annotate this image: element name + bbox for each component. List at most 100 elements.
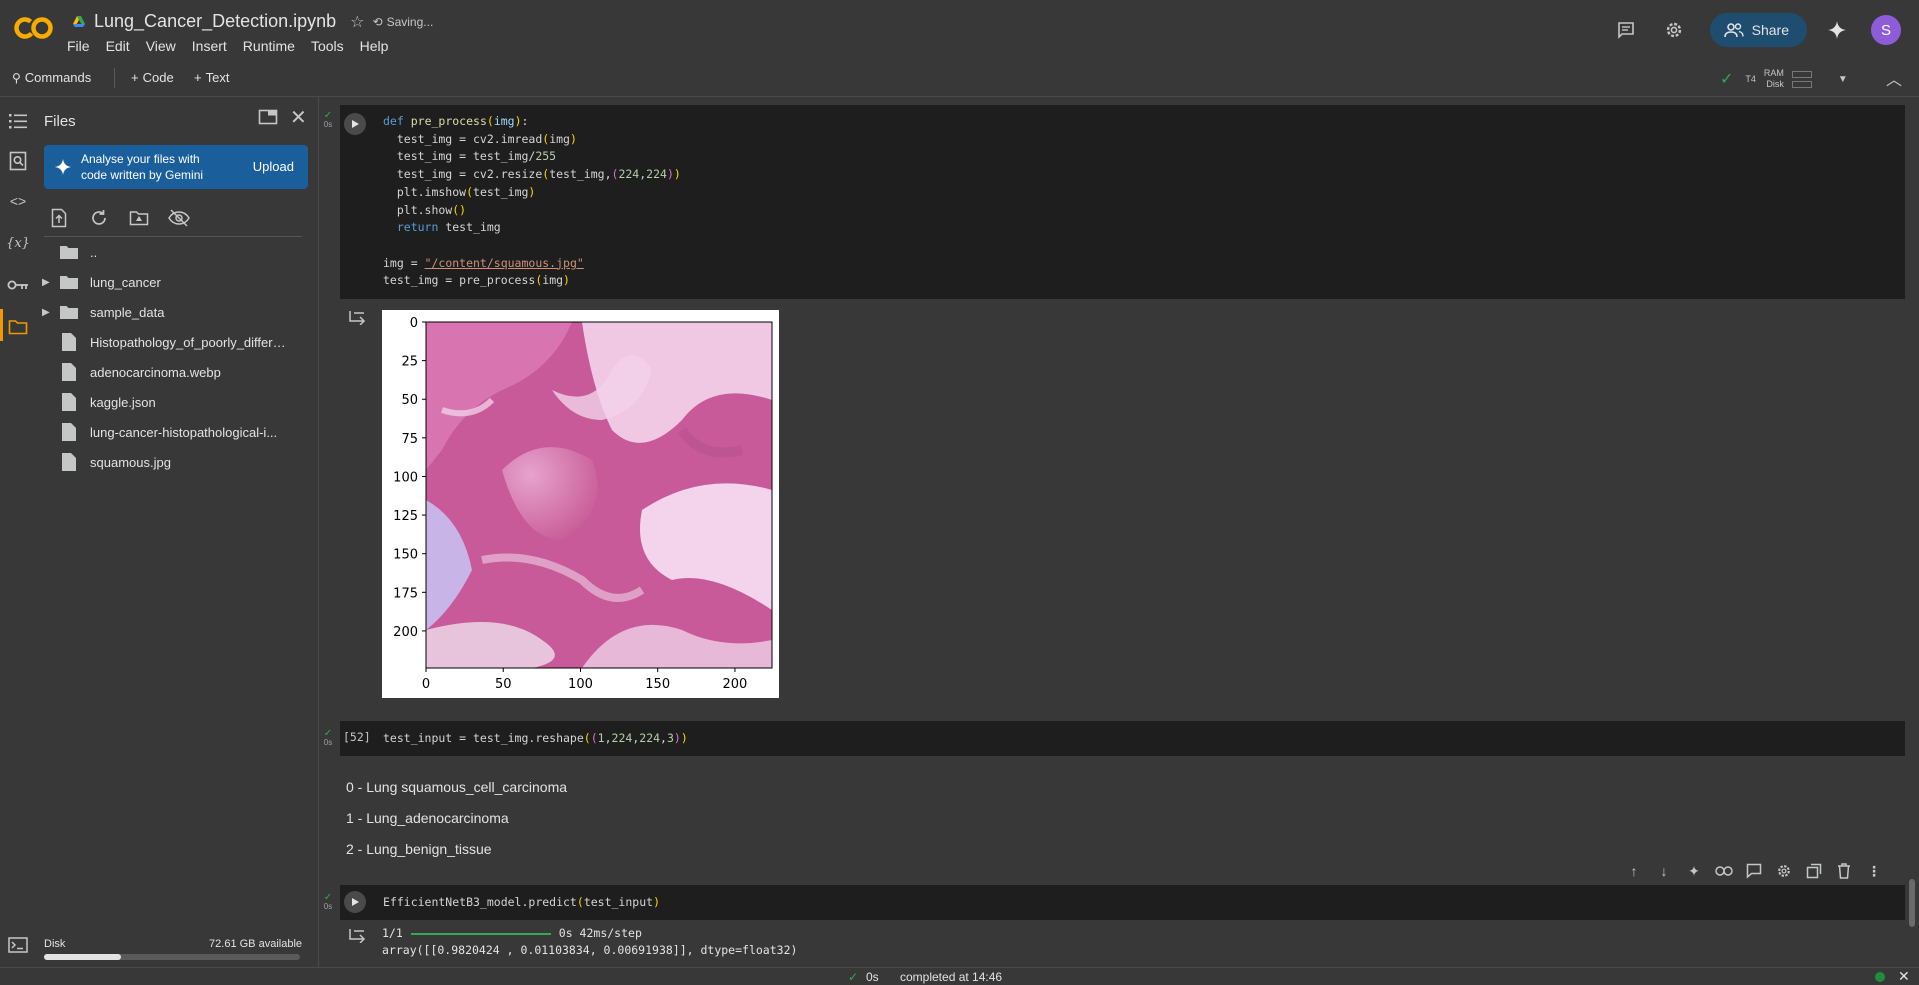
file-row-lung-cancer-histo[interactable]: lung-cancer-histopathological-i... bbox=[36, 418, 318, 446]
code-cell[interactable]: def pre_process(img): test_img = cv2.imr… bbox=[340, 105, 1905, 299]
commands-button[interactable]: ⚲ Commands bbox=[12, 70, 91, 85]
people-icon bbox=[1723, 23, 1744, 38]
y-tick-label: 175 bbox=[393, 586, 418, 601]
code-editor[interactable]: test_input = test_img.reshape((1,224,224… bbox=[383, 730, 688, 748]
menu-help[interactable]: Help bbox=[360, 38, 397, 54]
settings-gear-icon[interactable] bbox=[1662, 18, 1686, 42]
add-code-label: Code bbox=[142, 70, 174, 85]
settings-gear-icon[interactable] bbox=[1774, 861, 1794, 881]
gemini-banner-text: Analyse your files with code written by … bbox=[81, 152, 204, 182]
cell-exec-time: 0s bbox=[323, 120, 333, 129]
terminal-icon[interactable] bbox=[6, 933, 30, 957]
expand-arrow-icon[interactable]: ▶ bbox=[42, 277, 50, 288]
code-cell[interactable]: EfficientNetB3_model.predict(test_input) bbox=[340, 885, 1905, 920]
comments-icon[interactable] bbox=[1614, 18, 1638, 42]
collapse-header-icon[interactable]: ︿ bbox=[1886, 66, 1902, 90]
progress-bar bbox=[410, 932, 551, 935]
file-icon bbox=[58, 392, 80, 412]
code-snippets-icon[interactable]: <> bbox=[6, 189, 30, 213]
share-button[interactable]: Share bbox=[1709, 13, 1807, 47]
code-editor[interactable]: EfficientNetB3_model.predict(test_input) bbox=[383, 894, 660, 912]
progress-stats: 0s 42ms/step bbox=[558, 926, 642, 940]
saving-status: ⟲ Saving... bbox=[373, 15, 434, 29]
gemini-sparkle-icon[interactable]: ✦ bbox=[1684, 861, 1704, 881]
link-icon[interactable] bbox=[1714, 861, 1734, 881]
code-editor[interactable]: def pre_process(img): test_img = cv2.imr… bbox=[383, 113, 681, 290]
menu-view[interactable]: View bbox=[146, 38, 184, 54]
variables-icon[interactable]: {x} bbox=[6, 231, 30, 255]
close-icon[interactable]: ✕ bbox=[1898, 968, 1910, 985]
delete-icon[interactable] bbox=[1834, 861, 1854, 881]
menu-insert[interactable]: Insert bbox=[192, 38, 235, 54]
code-cell[interactable]: [52] test_input = test_img.reshape((1,22… bbox=[340, 721, 1905, 756]
new-window-icon[interactable] bbox=[258, 109, 278, 128]
notebook-title[interactable]: Lung_Cancer_Detection.ipynb bbox=[94, 11, 336, 32]
file-row-kaggle[interactable]: kaggle.json bbox=[36, 388, 318, 416]
file-row-squamous[interactable]: squamous.jpg bbox=[36, 448, 318, 476]
gemini-banner[interactable]: Analyse your files with code written by … bbox=[44, 145, 308, 189]
output-toggle-icon[interactable] bbox=[347, 927, 367, 945]
header: Lung_Cancer_Detection.ipynb ☆ ⟲ Saving..… bbox=[0, 0, 1919, 60]
add-code-button[interactable]: + Code bbox=[131, 70, 174, 85]
connected-check-icon: ✓ bbox=[1720, 71, 1734, 88]
progress-count: 1/1 bbox=[382, 926, 403, 940]
file-row-parent[interactable]: .. bbox=[36, 238, 318, 266]
upload-file-icon[interactable] bbox=[48, 207, 70, 229]
menu-tools[interactable]: Tools bbox=[311, 38, 352, 54]
avatar[interactable]: S bbox=[1871, 15, 1901, 45]
scrollbar[interactable] bbox=[1909, 879, 1915, 927]
mirror-cell-icon[interactable] bbox=[1804, 861, 1824, 881]
secrets-key-icon[interactable] bbox=[6, 273, 30, 297]
find-replace-icon[interactable] bbox=[6, 149, 30, 173]
run-cell-button[interactable] bbox=[344, 113, 366, 135]
chevron-down-icon[interactable]: ▼ bbox=[1838, 74, 1848, 85]
cell-exec-time: 0s bbox=[323, 738, 333, 747]
menu-file[interactable]: File bbox=[67, 38, 98, 54]
table-of-contents-icon[interactable] bbox=[6, 109, 30, 133]
colab-logo[interactable] bbox=[14, 14, 54, 42]
move-up-icon[interactable]: ↑ bbox=[1624, 861, 1644, 881]
star-icon[interactable]: ☆ bbox=[350, 12, 364, 32]
file-name: squamous.jpg bbox=[90, 454, 171, 470]
file-name: adenocarcinoma.webp bbox=[90, 364, 221, 380]
file-row-sample-data[interactable]: ▶ sample_data bbox=[36, 298, 318, 326]
play-icon bbox=[352, 120, 359, 128]
output-toggle-icon[interactable] bbox=[347, 309, 367, 327]
move-down-icon[interactable]: ↓ bbox=[1654, 861, 1674, 881]
file-name: Histopathology_of_poorly_differe... bbox=[90, 334, 290, 350]
x-axis: 0 50 100 150 200 bbox=[422, 668, 747, 692]
histology-image bbox=[426, 322, 772, 668]
file-row-histopathology[interactable]: Histopathology_of_poorly_differe... bbox=[36, 328, 318, 356]
status-bar: ✓ 0s completed at 14:46 ✕ bbox=[0, 967, 1919, 984]
share-label: Share bbox=[1751, 22, 1789, 38]
comment-icon[interactable] bbox=[1744, 861, 1764, 881]
hide-files-icon[interactable] bbox=[168, 207, 190, 229]
y-axis: 0 25 50 75 100 125 150 175 200 bbox=[393, 316, 426, 640]
file-row-adenocarcinoma[interactable]: adenocarcinoma.webp bbox=[36, 358, 318, 386]
left-rail: <> {x} bbox=[0, 97, 36, 983]
close-icon[interactable]: ✕ bbox=[290, 105, 307, 130]
menu-edit[interactable]: Edit bbox=[106, 38, 138, 54]
folder-icon bbox=[58, 242, 80, 262]
divider bbox=[44, 236, 302, 237]
file-row-lung-cancer[interactable]: ▶ lung_cancer bbox=[36, 268, 318, 296]
file-name: sample_data bbox=[90, 304, 165, 320]
disk-usage-bar bbox=[44, 954, 300, 960]
file-name: .. bbox=[90, 244, 98, 260]
mount-drive-icon[interactable] bbox=[128, 207, 150, 229]
add-text-button[interactable]: + Text bbox=[194, 70, 229, 85]
more-options-icon[interactable]: ⋮ bbox=[1864, 861, 1884, 881]
runtime-resources[interactable]: ✓ T4 RAM Disk ▼ bbox=[1720, 68, 1848, 90]
cell-exec-time: 0s bbox=[323, 902, 333, 911]
y-tick-label: 200 bbox=[393, 625, 418, 640]
expand-arrow-icon[interactable]: ▶ bbox=[42, 307, 50, 318]
cell-status: ✓ 0s bbox=[322, 729, 334, 748]
menu-runtime[interactable]: Runtime bbox=[243, 38, 303, 54]
upload-button[interactable]: Upload bbox=[253, 159, 294, 174]
x-tick-label: 150 bbox=[645, 677, 670, 692]
refresh-icon[interactable] bbox=[88, 207, 110, 229]
gemini-sparkle-icon[interactable] bbox=[1825, 18, 1849, 42]
completed-status[interactable]: completed at 14:46 bbox=[900, 970, 1002, 984]
folder-icon[interactable] bbox=[6, 315, 30, 339]
run-cell-button[interactable] bbox=[344, 891, 366, 913]
